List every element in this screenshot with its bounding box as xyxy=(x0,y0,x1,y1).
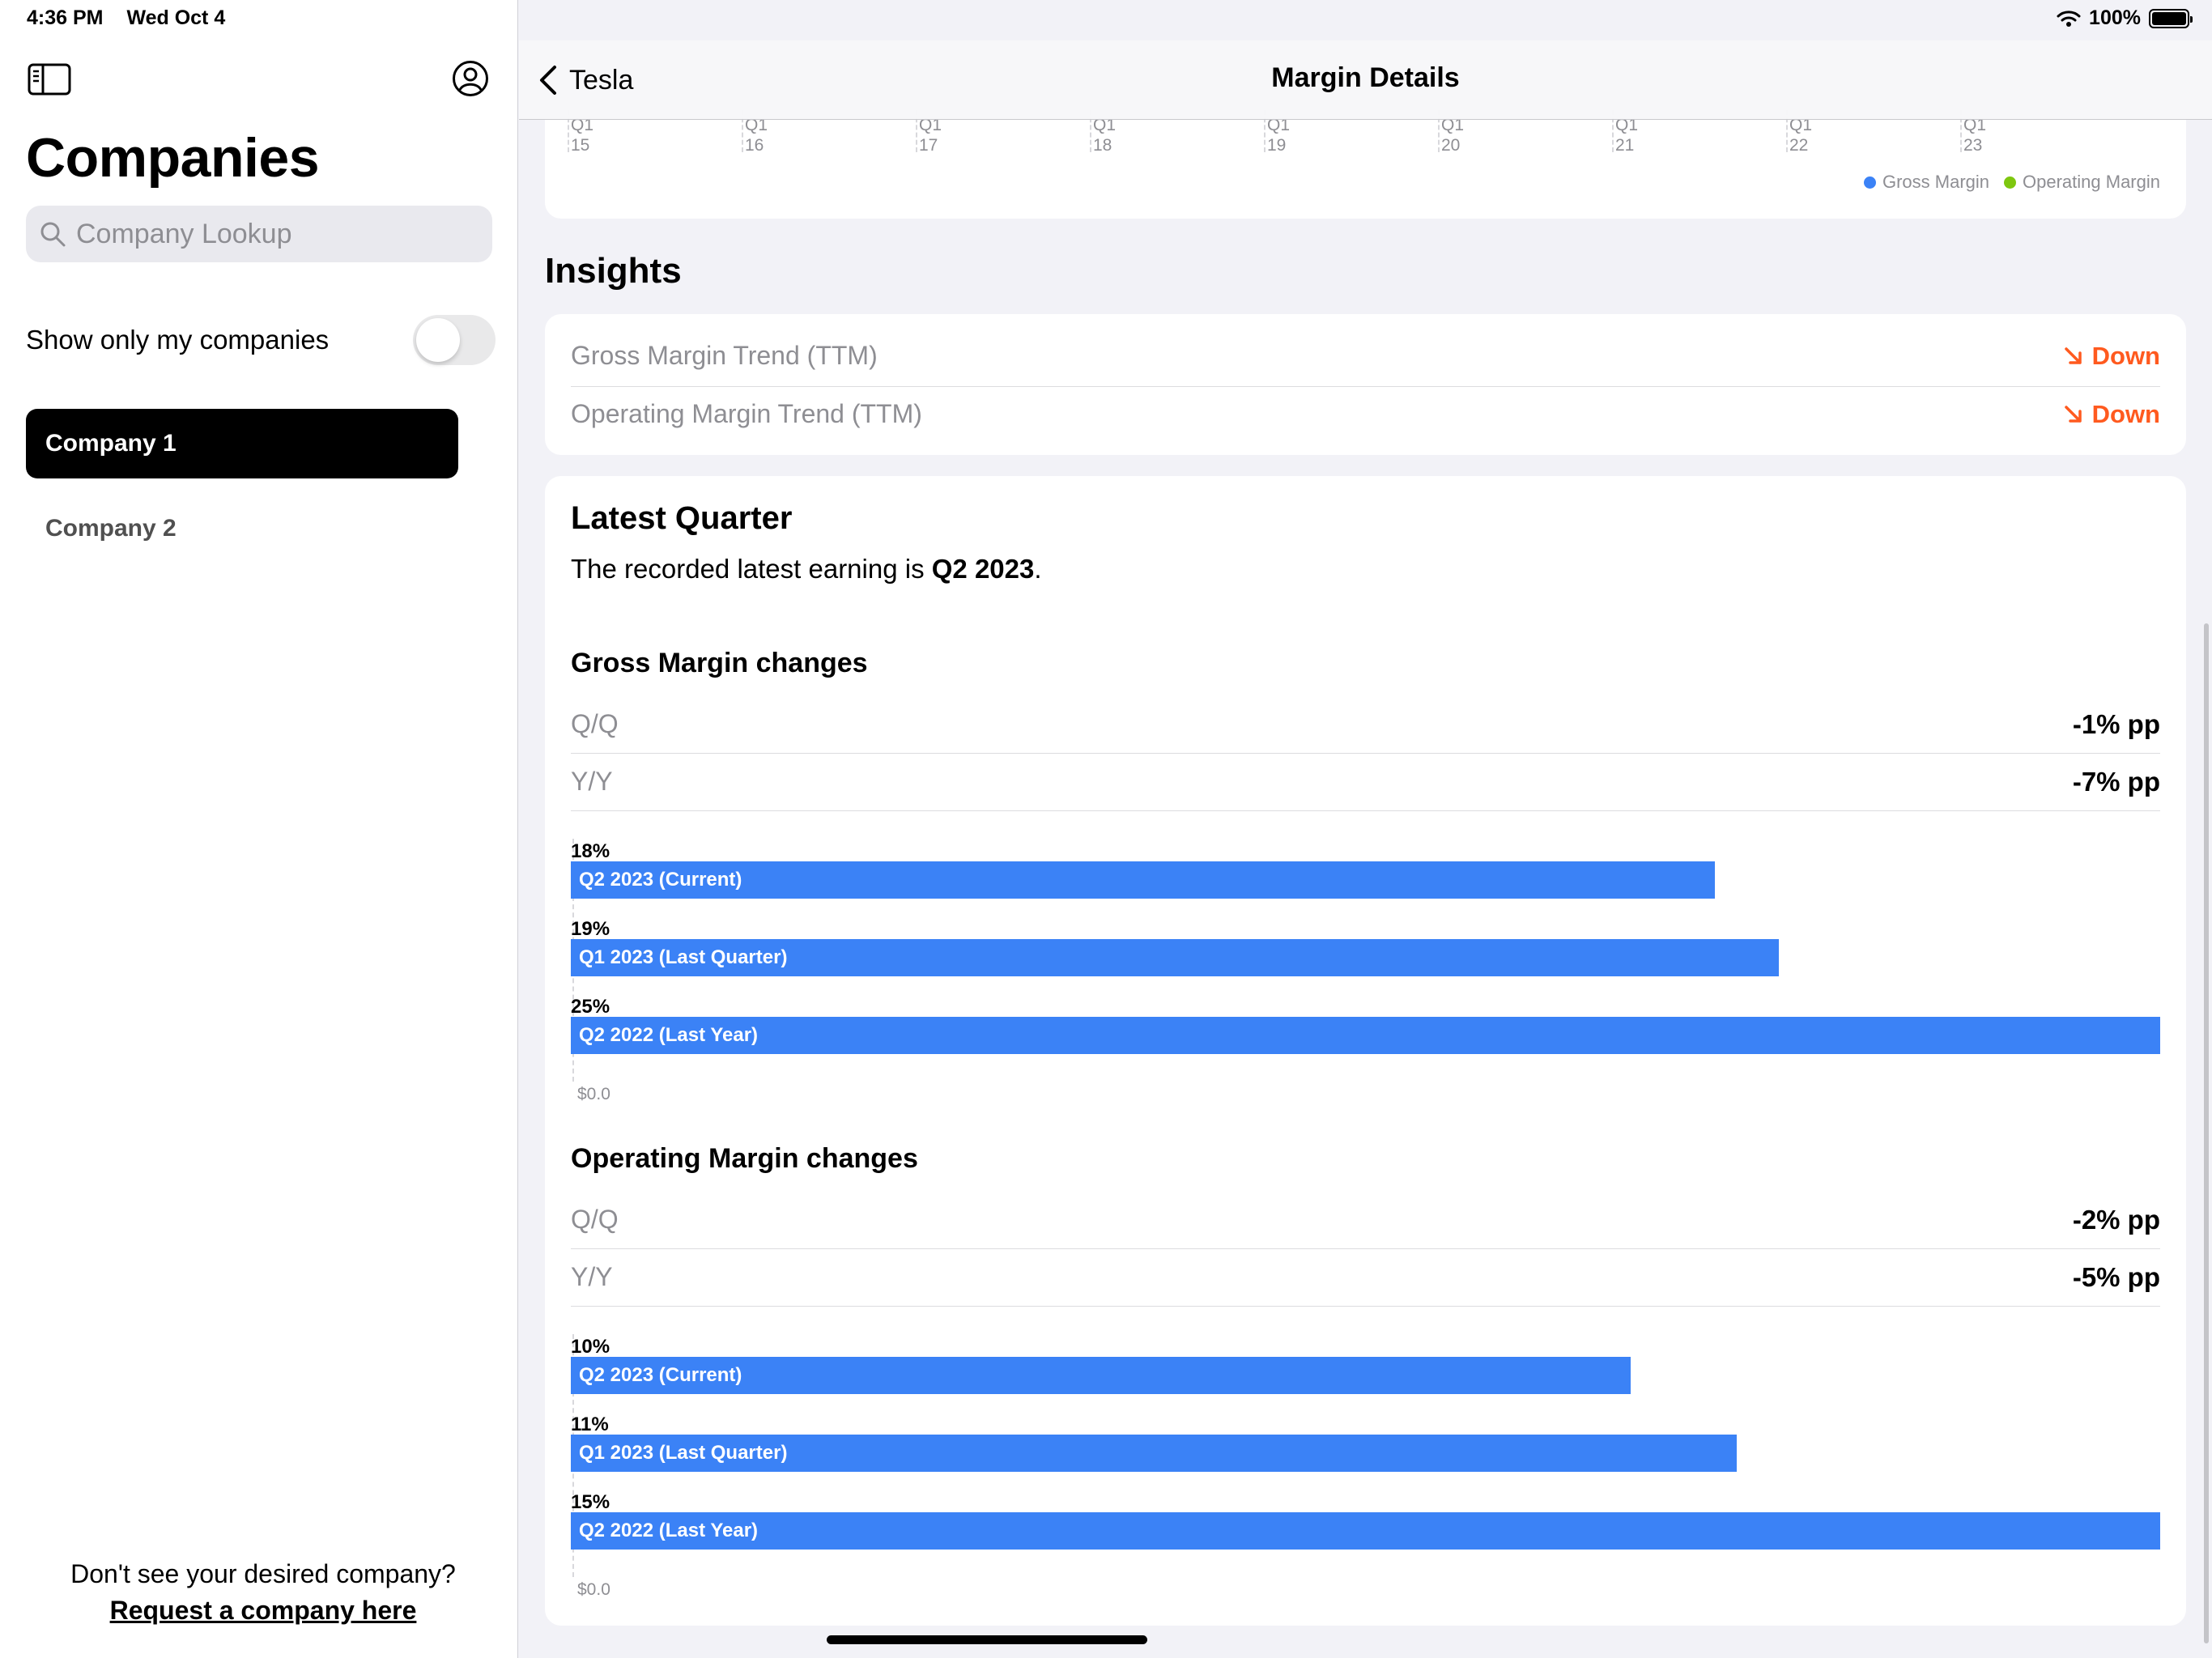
battery-percent: 100% xyxy=(2089,6,2141,29)
bar-value-label: 25% xyxy=(571,996,610,1018)
sidebar-title: Companies xyxy=(26,127,320,189)
show-my-companies-label: Show only my companies xyxy=(26,325,330,355)
legend-operating-margin: Operating Margin xyxy=(2004,172,2160,193)
gross-margin-trend-row: Gross Margin Trend (TTM) Down xyxy=(571,327,2160,385)
margin-bar: Q2 2023 (Current) xyxy=(571,1357,1631,1394)
company-item-2[interactable]: Company 2 xyxy=(26,494,458,563)
battery-icon xyxy=(2149,8,2193,28)
bar-value-label: 18% xyxy=(571,840,610,862)
latest-quarter-card: Latest Quarter The recorded latest earni… xyxy=(545,476,2186,1626)
status-date: Wed Oct 4 xyxy=(126,6,226,29)
yy-value: -5% pp xyxy=(2072,1261,2160,1292)
sidebar-footer: Don't see your desired company? Request … xyxy=(0,1556,526,1629)
gross-margin-trend-value: Down xyxy=(2063,342,2160,371)
latest-quarter-subtitle: The recorded latest earning is Q2 2023. xyxy=(571,554,1042,584)
bar-value-label: 10% xyxy=(571,1336,610,1358)
page-title: Margin Details xyxy=(1271,62,1460,93)
sidebar: 4:36 PM Wed Oct 4 Companies Company Look… xyxy=(0,0,518,1658)
operating-margin-trend-value: Down xyxy=(2063,400,2160,429)
latest-quarter-title: Latest Quarter xyxy=(571,500,793,536)
x-tick-label: Q1 17 xyxy=(915,110,942,155)
chevron-left-icon xyxy=(540,66,556,95)
divider xyxy=(571,1306,2160,1307)
ipad-screen: 4:36 PM Wed Oct 4 Companies Company Look… xyxy=(0,0,2212,1658)
qq-label: Q/Q xyxy=(571,1205,619,1234)
chart-legend: Gross Margin Operating Margin xyxy=(1863,172,2160,193)
show-my-companies-row: Show only my companies xyxy=(26,314,496,366)
margin-group-title: Gross Margin changes xyxy=(571,648,868,678)
qq-value: -2% pp xyxy=(2072,1204,2160,1235)
home-indicator[interactable] xyxy=(827,1635,1147,1644)
x-tick-label: Q1 16 xyxy=(741,110,768,155)
detail-pane: 100% Q1 15 Q1 16 Q1 17 Q1 18 Q1 19 Q1 20 Q1 21 Q1 22 Q1 2… xyxy=(519,0,2212,1658)
search-icon xyxy=(40,222,66,247)
margin-bar: Q1 2023 (Last Quarter) xyxy=(571,939,1779,976)
operating-margin-trend-row: Operating Margin Trend (TTM) Down xyxy=(571,385,2160,443)
margin-bar: Q2 2022 (Last Year) xyxy=(571,1017,2160,1054)
request-company-link[interactable]: Request a company here xyxy=(0,1592,526,1629)
margin-group-title: Operating Margin changes xyxy=(571,1143,918,1174)
divider xyxy=(571,810,2160,811)
status-time: 4:36 PM xyxy=(27,6,104,29)
qq-change-row: Q/Q -1% pp xyxy=(571,695,2160,753)
bar-value-label: 11% xyxy=(571,1414,609,1435)
gross-margin-trend-label: Gross Margin Trend (TTM) xyxy=(571,341,878,370)
x-tick-label: Q1 20 xyxy=(1437,110,1465,155)
latest-quarter-value: Q2 2023 xyxy=(931,554,1035,584)
navigation-bar: Tesla Margin Details xyxy=(519,40,2212,120)
footer-text: Don't see your desired company? xyxy=(70,1559,456,1588)
sidebar-toggle-icon[interactable] xyxy=(28,63,71,96)
margin-bar: Q2 2022 (Last Year) xyxy=(571,1512,2160,1550)
insights-heading: Insights xyxy=(545,251,682,291)
yy-label: Y/Y xyxy=(571,767,613,796)
x-tick-label: Q1 22 xyxy=(1785,110,1813,155)
wifi-icon xyxy=(2057,10,2081,27)
show-my-companies-toggle[interactable] xyxy=(413,315,496,365)
arrow-down-right-icon xyxy=(2064,346,2082,364)
company-search-bar[interactable] xyxy=(26,206,492,262)
x-tick-label: Q1 18 xyxy=(1089,110,1117,155)
company-search-input[interactable] xyxy=(76,218,465,250)
qq-label: Q/Q xyxy=(571,709,619,738)
qq-value: -1% pp xyxy=(2072,708,2160,739)
yy-change-row: Y/Y -7% pp xyxy=(571,753,2160,810)
status-bar-left: 4:36 PM Wed Oct 4 xyxy=(27,6,225,30)
toggle-knob xyxy=(416,318,460,362)
qq-change-row: Q/Q -2% pp xyxy=(571,1191,2160,1248)
x-tick-label: Q1 21 xyxy=(1611,110,1639,155)
margin-bar: Q2 2023 (Current) xyxy=(571,861,1715,899)
margin-bar: Q1 2023 (Last Quarter) xyxy=(571,1435,1737,1472)
status-bar-right: 100% xyxy=(2057,6,2193,30)
bar-value-label: 15% xyxy=(571,1491,610,1513)
bar-value-label: 19% xyxy=(571,918,610,940)
legend-gross-margin: Gross Margin xyxy=(1863,172,1989,193)
insights-card: Gross Margin Trend (TTM) Down Operating … xyxy=(545,314,2186,455)
yy-value: -7% pp xyxy=(2072,766,2160,797)
x-tick-label: Q1 15 xyxy=(567,110,594,155)
axis-zero-label: $0.0 xyxy=(577,1580,610,1599)
yy-label: Y/Y xyxy=(571,1262,613,1291)
axis-zero-label: $0.0 xyxy=(577,1085,610,1103)
arrow-down-right-icon xyxy=(2064,405,2082,423)
back-button[interactable]: Tesla xyxy=(538,60,633,100)
profile-icon[interactable] xyxy=(452,60,489,97)
yy-change-row: Y/Y -5% pp xyxy=(571,1248,2160,1306)
scrollbar[interactable] xyxy=(2204,623,2209,1643)
back-button-label: Tesla xyxy=(569,64,634,96)
operating-margin-trend-label: Operating Margin Trend (TTM) xyxy=(571,399,922,428)
x-tick-label: Q1 19 xyxy=(1263,110,1291,155)
company-item-1[interactable]: Company 1 xyxy=(26,409,458,478)
x-tick-label: Q1 23 xyxy=(1959,110,1987,155)
